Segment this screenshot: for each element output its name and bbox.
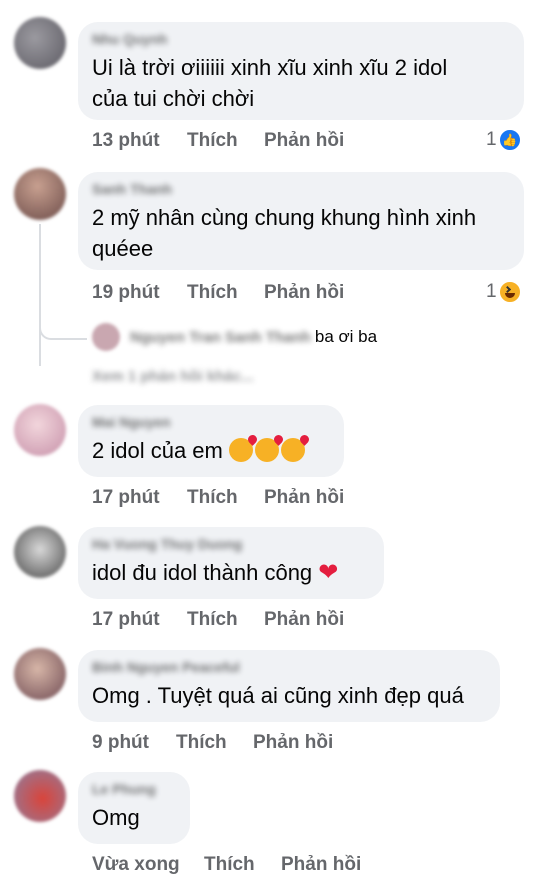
comment-text: Omg . Tuyệt quá ai cũng xinh đẹp quá xyxy=(92,683,464,708)
comment-actions: 9 phút Thích Phản hồi xyxy=(92,730,392,756)
comment-text-content: idol đu idol thành công xyxy=(92,560,313,585)
reply-author[interactable]: Nguyen Tran Sanh Thanh xyxy=(130,329,311,346)
comment-bubble: Sanh Thanh 2 mỹ nhân cùng chung khung hì… xyxy=(78,172,524,270)
like-button[interactable]: Thích xyxy=(187,280,238,306)
reply-button[interactable]: Phản hồi xyxy=(264,607,344,633)
reaction-count[interactable]: 1 xyxy=(486,279,521,305)
comment-text: Omg xyxy=(92,805,140,830)
avatar[interactable] xyxy=(14,168,66,220)
smiling-face-with-hearts-icon xyxy=(254,438,279,462)
comment-time[interactable]: 13 phút xyxy=(92,128,160,154)
like-button[interactable]: Thích xyxy=(176,730,227,756)
like-button[interactable]: Thích xyxy=(187,485,238,511)
smiling-face-with-hearts-icon xyxy=(228,438,253,462)
comment-author[interactable]: Ha Vuong Thuy Duong xyxy=(92,535,370,553)
like-button[interactable]: Thích xyxy=(204,852,255,878)
comment-text: quéee xyxy=(92,236,154,261)
comment-author[interactable]: Le Phung xyxy=(92,780,176,798)
comment-author[interactable]: Binh Nguyen Peaceful xyxy=(92,658,486,676)
avatar[interactable] xyxy=(14,648,66,700)
avatar xyxy=(92,323,120,351)
comment-time[interactable]: 17 phút xyxy=(92,607,160,633)
view-more-replies-link[interactable]: Xem 1 phản hồi khác... xyxy=(92,368,254,385)
comment-actions: 17 phút Thích Phản hồi xyxy=(92,485,392,511)
comment-text: 2 mỹ nhân cùng chung khung hình xinh xyxy=(92,205,477,230)
comment-bubble: Mai Nguyen 2 idol của em xyxy=(78,405,344,477)
comment-time[interactable]: 9 phút xyxy=(92,730,149,756)
comment-author[interactable]: Sanh Thanh xyxy=(92,180,510,198)
reaction-count-value: 1 xyxy=(486,129,497,150)
reaction-count-value: 1 xyxy=(486,281,497,302)
like-button[interactable]: Thích xyxy=(187,607,238,633)
comment-text: của tui chời chời xyxy=(92,86,255,111)
like-icon: 👍 xyxy=(498,129,521,151)
comment-actions: Vừa xong Thích Phản hồi xyxy=(92,852,392,878)
reply-button[interactable]: Phản hồi xyxy=(264,280,344,306)
comment-actions: 13 phút Thích Phản hồi xyxy=(92,128,392,154)
comment-time[interactable]: Vừa xong xyxy=(92,852,180,878)
comment-actions: 19 phút Thích Phản hồi xyxy=(92,280,392,306)
thread-line xyxy=(39,224,41,366)
haha-icon xyxy=(498,281,521,303)
red-heart-icon: ❤ xyxy=(318,559,339,586)
reply-preview[interactable]: Nguyen Tran Sanh Thanh ba ơi ba xyxy=(92,323,377,351)
comment-bubble: Nhu Quynh Ui là trời ơiiiiii xinh xĩu xi… xyxy=(78,22,524,120)
comment-author[interactable]: Nhu Quynh xyxy=(92,30,510,48)
avatar[interactable] xyxy=(14,17,66,69)
avatar[interactable] xyxy=(14,404,66,456)
reaction-count[interactable]: 1 👍 xyxy=(486,127,521,153)
avatar[interactable] xyxy=(14,770,66,822)
comment-text: 2 idol của em xyxy=(92,435,330,466)
like-button[interactable]: Thích xyxy=(187,128,238,154)
reply-button[interactable]: Phản hồi xyxy=(253,730,333,756)
comment-time[interactable]: 17 phút xyxy=(92,485,160,511)
comment-text: idol đu idol thành công ❤ xyxy=(92,557,370,588)
reply-button[interactable]: Phản hồi xyxy=(264,485,344,511)
comment-bubble: Le Phung Omg xyxy=(78,772,190,844)
reply-button[interactable]: Phản hồi xyxy=(264,128,344,154)
comment-actions: 17 phút Thích Phản hồi xyxy=(92,607,392,633)
reply-button[interactable]: Phản hồi xyxy=(281,852,361,878)
comment-author[interactable]: Mai Nguyen xyxy=(92,413,330,431)
comment-bubble: Ha Vuong Thuy Duong idol đu idol thành c… xyxy=(78,527,384,599)
comment-text: Ui là trời ơiiiiii xinh xĩu xinh xĩu 2 i… xyxy=(92,55,448,80)
comment-text-content: 2 idol của em xyxy=(92,438,223,463)
comment-bubble: Binh Nguyen Peaceful Omg . Tuyệt quá ai … xyxy=(78,650,500,722)
reply-connector xyxy=(39,300,87,340)
smiling-face-with-hearts-icon xyxy=(280,438,305,462)
reply-text: ba ơi ba xyxy=(314,327,378,346)
avatar[interactable] xyxy=(14,526,66,578)
comment-time[interactable]: 19 phút xyxy=(92,280,160,306)
